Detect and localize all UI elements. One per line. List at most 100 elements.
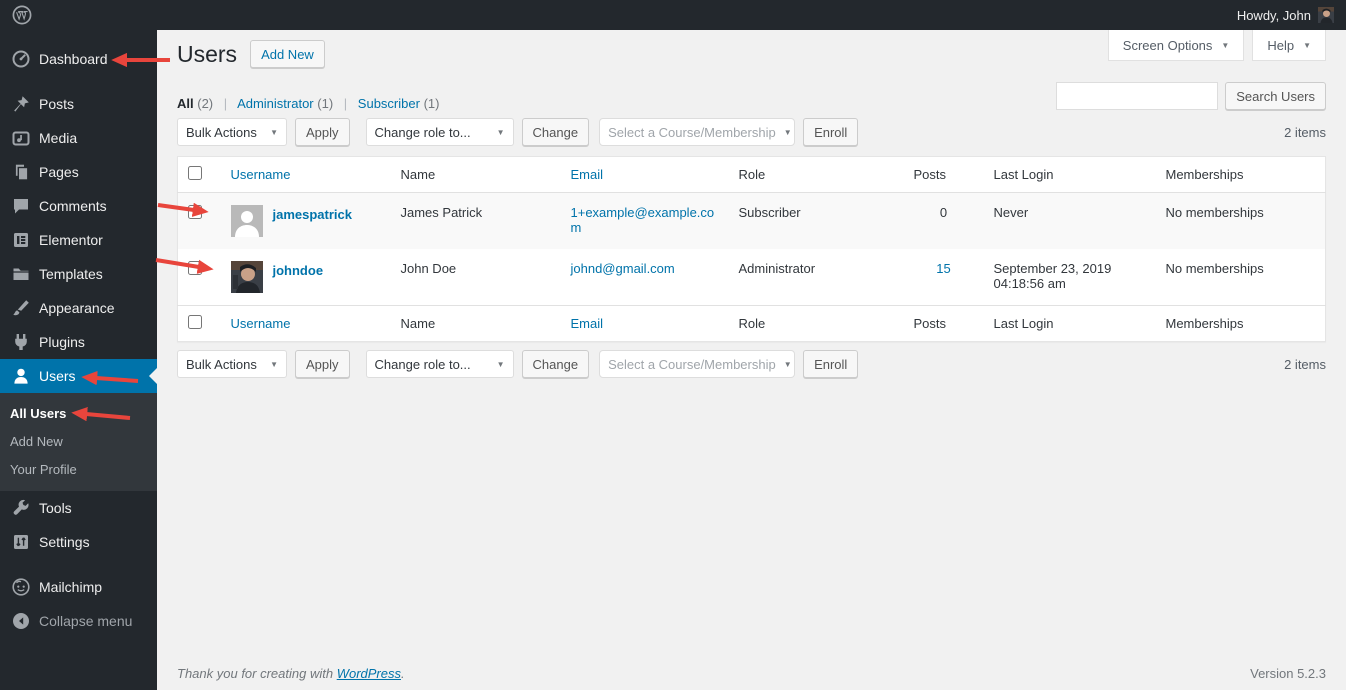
sidebar-label: Pages bbox=[39, 164, 79, 180]
role-header: Role bbox=[729, 157, 904, 193]
role-cell: Administrator bbox=[729, 249, 904, 306]
change-role-label: Change role to... bbox=[375, 357, 471, 372]
bulk-actions-select[interactable]: Bulk Actions ▼ bbox=[177, 350, 287, 378]
sidebar-label: Collapse menu bbox=[39, 613, 132, 629]
submenu-item-all-users[interactable]: All Users bbox=[0, 400, 157, 428]
sidebar-item-settings[interactable]: Settings bbox=[0, 525, 157, 559]
dashboard-icon bbox=[11, 49, 31, 69]
search-users-button[interactable]: Search Users bbox=[1225, 82, 1326, 110]
wrench-icon bbox=[11, 498, 31, 518]
menu-separator bbox=[0, 76, 157, 87]
sidebar-item-pages[interactable]: Pages bbox=[0, 155, 157, 189]
row-checkbox[interactable] bbox=[188, 205, 202, 219]
sidebar-label: Appearance bbox=[39, 300, 115, 316]
bulk-actions-select[interactable]: Bulk Actions ▼ bbox=[177, 118, 287, 146]
change-button[interactable]: Change bbox=[522, 350, 590, 378]
submenu-item-add-new[interactable]: Add New bbox=[0, 428, 157, 456]
filter-administrator[interactable]: Administrator bbox=[237, 96, 314, 111]
menu-separator bbox=[0, 559, 157, 570]
posts-count-link[interactable]: 15 bbox=[936, 261, 950, 276]
sort-username-header[interactable]: Username bbox=[231, 316, 291, 331]
admin-bar: Howdy, John bbox=[0, 0, 1346, 30]
help-tab[interactable]: Help ▼ bbox=[1252, 30, 1326, 61]
posts-cell: 0 bbox=[904, 193, 984, 250]
sidebar-label: Mailchimp bbox=[39, 579, 102, 595]
username-link[interactable]: johndoe bbox=[273, 261, 324, 278]
filter-subscriber[interactable]: Subscriber bbox=[358, 96, 420, 111]
row-checkbox[interactable] bbox=[188, 261, 202, 275]
course-membership-label: Select a Course/Membership bbox=[608, 125, 776, 140]
add-new-button[interactable]: Add New bbox=[250, 40, 325, 68]
change-button[interactable]: Change bbox=[522, 118, 590, 146]
apply-button[interactable]: Apply bbox=[295, 118, 350, 146]
page-title: Users bbox=[177, 39, 237, 69]
bottom-toolbar: Bulk Actions ▼ Apply Change role to... ▼… bbox=[177, 350, 1326, 378]
footer-thanks-text: Thank you for creating with bbox=[177, 666, 333, 681]
sidebar-label: Plugins bbox=[39, 334, 85, 350]
sidebar-item-dashboard[interactable]: Dashboard bbox=[0, 42, 157, 76]
sidebar-label: Users bbox=[39, 368, 76, 384]
submenu-label: Your Profile bbox=[10, 462, 77, 477]
table-row: jamespatrick James Patrick 1+example@exa… bbox=[178, 193, 1326, 250]
account-menu[interactable]: Howdy, John bbox=[1237, 7, 1334, 23]
mailchimp-icon bbox=[11, 577, 31, 597]
sidebar-label: Posts bbox=[39, 96, 74, 112]
submenu-item-your-profile[interactable]: Your Profile bbox=[0, 456, 157, 484]
email-link[interactable]: 1+example@example.com bbox=[571, 205, 717, 235]
sort-email-header[interactable]: Email bbox=[571, 316, 604, 331]
select-all-checkbox[interactable] bbox=[188, 166, 202, 180]
sidebar-item-posts[interactable]: Posts bbox=[0, 87, 157, 121]
sidebar-item-appearance[interactable]: Appearance bbox=[0, 291, 157, 325]
sort-username-header[interactable]: Username bbox=[231, 167, 291, 182]
chevron-down-icon: ▼ bbox=[1221, 41, 1229, 50]
memberships-cell: No memberships bbox=[1156, 193, 1326, 250]
username-link[interactable]: jamespatrick bbox=[273, 205, 353, 222]
name-cell: John Doe bbox=[391, 249, 561, 306]
footer-thanks: Thank you for creating with WordPress. bbox=[177, 666, 405, 681]
items-count: 2 items bbox=[1284, 357, 1326, 372]
last-login-header: Last Login bbox=[984, 306, 1156, 342]
sidebar-item-templates[interactable]: Templates bbox=[0, 257, 157, 291]
items-count: 2 items bbox=[1284, 125, 1326, 140]
course-membership-select[interactable]: Select a Course/Membership ▼ bbox=[599, 350, 795, 378]
change-role-label: Change role to... bbox=[375, 125, 471, 140]
help-label: Help bbox=[1267, 38, 1294, 53]
chevron-down-icon: ▼ bbox=[497, 128, 505, 137]
sidebar-item-plugins[interactable]: Plugins bbox=[0, 325, 157, 359]
media-icon bbox=[11, 128, 31, 148]
users-submenu: All Users Add New Your Profile bbox=[0, 393, 157, 491]
collapse-arrow-icon bbox=[11, 611, 31, 631]
enroll-button[interactable]: Enroll bbox=[803, 118, 858, 146]
wordpress-link[interactable]: WordPress bbox=[337, 666, 401, 681]
sidebar-item-mailchimp[interactable]: Mailchimp bbox=[0, 570, 157, 604]
sort-email-header[interactable]: Email bbox=[571, 167, 604, 182]
wordpress-logo-icon[interactable] bbox=[12, 5, 32, 25]
filter-all[interactable]: All bbox=[177, 96, 194, 111]
select-all-checkbox[interactable] bbox=[188, 315, 202, 329]
screen-meta-tabs: Screen Options ▼ Help ▼ bbox=[1108, 30, 1326, 61]
apply-button[interactable]: Apply bbox=[295, 350, 350, 378]
sidebar-label: Media bbox=[39, 130, 77, 146]
email-link[interactable]: johnd@gmail.com bbox=[571, 261, 675, 276]
sidebar-item-media[interactable]: Media bbox=[0, 121, 157, 155]
role-cell: Subscriber bbox=[729, 193, 904, 250]
sidebar-item-comments[interactable]: Comments bbox=[0, 189, 157, 223]
course-membership-label: Select a Course/Membership bbox=[608, 357, 776, 372]
course-membership-select[interactable]: Select a Course/Membership ▼ bbox=[599, 118, 795, 146]
enroll-button[interactable]: Enroll bbox=[803, 350, 858, 378]
change-role-select[interactable]: Change role to... ▼ bbox=[366, 350, 514, 378]
sidebar-item-users[interactable]: Users bbox=[0, 359, 157, 393]
sidebar-item-tools[interactable]: Tools bbox=[0, 491, 157, 525]
search-users-input[interactable] bbox=[1056, 82, 1218, 110]
filter-administrator-count: (1) bbox=[317, 96, 333, 111]
screen-options-tab[interactable]: Screen Options ▼ bbox=[1108, 30, 1245, 61]
change-role-select[interactable]: Change role to... ▼ bbox=[366, 118, 514, 146]
paintbrush-icon bbox=[11, 298, 31, 318]
last-login-cell: September 23, 2019 04:18:56 am bbox=[984, 249, 1156, 306]
sidebar-item-collapse-menu[interactable]: Collapse menu bbox=[0, 604, 157, 638]
bulk-actions-label: Bulk Actions bbox=[186, 357, 257, 372]
chevron-down-icon: ▼ bbox=[270, 360, 278, 369]
table-row: johndoe John Doe johnd@gmail.com Adminis… bbox=[178, 249, 1326, 306]
sidebar-item-elementor[interactable]: Elementor bbox=[0, 223, 157, 257]
filter-subscriber-count: (1) bbox=[424, 96, 440, 111]
